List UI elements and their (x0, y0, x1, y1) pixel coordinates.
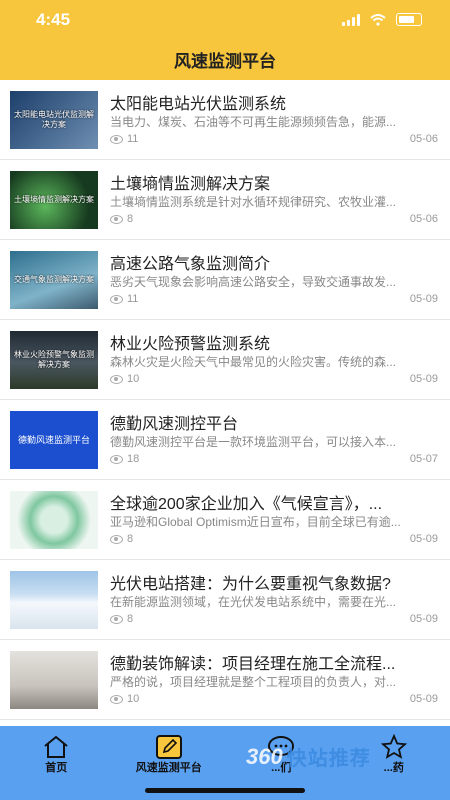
article-date: 05-09 (409, 613, 438, 625)
article-summary: 亚马逊和Global Optimism近日宣布，目前全球已有逾... (110, 515, 401, 529)
page-title: 风速监测平台 (174, 51, 276, 71)
tab-label: 风速监测平台 (135, 762, 202, 774)
list-item[interactable]: 林业火险预警气象监测解决方案 林业火险预警监测系统 森林火灾是火险天气中最常见的… (0, 320, 450, 400)
article-date: 05-09 (409, 693, 438, 705)
list-item[interactable]: 土壤墒情监测解决方案 土壤墒情监测解决方案 土壤墒情监测系统是针对水循环规律研究… (0, 160, 450, 240)
eye-icon (110, 294, 123, 304)
status-icons (342, 13, 422, 26)
status-bar: 4:45 (0, 0, 450, 38)
list-item[interactable]: 交通气象监测解决方案 高速公路气象监测简介 恶劣天气现象会影响高速公路安全，导致… (0, 240, 450, 320)
article-title: 德勤装饰解读：项目经理在施工全流程... (110, 656, 396, 673)
list-item[interactable]: 德勤风速监测平台 德勤风速测控平台 德勤风速测控平台是一款环境监测平台，可以接入… (0, 400, 450, 480)
article-date: 05-09 (409, 293, 438, 305)
article-list: 太阳能电站光伏监测解决方案 太阳能电站光伏监测系统 当电力、煤炭、石油等不可再生… (0, 80, 450, 726)
article-date: 05-06 (409, 133, 438, 145)
star-icon (380, 734, 407, 759)
eye-icon (110, 214, 123, 224)
wifi-icon (370, 13, 386, 26)
view-count: 11 (110, 293, 138, 305)
eye-icon (110, 534, 123, 544)
battery-icon (396, 13, 422, 26)
watermark-text: 快站推荐 (286, 748, 371, 770)
home-indicator (145, 788, 305, 793)
watermark-logo: 360 (246, 743, 283, 769)
list-item[interactable]: 德勤装饰解读：项目经理在施工全流程... 严格的说，项目经理就是整个工程项目的负… (0, 640, 450, 720)
article-summary: 严格的说，项目经理就是整个工程项目的负责人，对... (110, 675, 397, 689)
list-item[interactable]: 太阳能电站光伏监测解决方案 太阳能电站光伏监测系统 当电力、煤炭、石油等不可再生… (0, 80, 450, 160)
list-item[interactable]: 全球逾200家企业加入《气候宣言》，... 亚马逊和Global Optimis… (0, 480, 450, 560)
watermark: 360 快站推荐 (246, 742, 371, 771)
article-summary: 土壤墒情监测系统是针对水循环规律研究、农牧业灌... (110, 195, 397, 209)
view-count: 18 (110, 453, 139, 465)
article-title: 太阳能电站光伏监测系统 (110, 96, 287, 113)
article-title: 土壤墒情监测解决方案 (110, 176, 271, 193)
view-count: 8 (110, 613, 133, 625)
article-title: 光伏电站搭建：为什么要重视气象数据? (110, 576, 391, 593)
eye-icon (110, 134, 123, 144)
article-summary: 森林火灾是火险天气中最常见的火险灾害。传统的森... (110, 355, 397, 369)
status-time: 4:45 (36, 10, 71, 29)
article-thumbnail: 交通气象监测解决方案 (10, 251, 98, 309)
tab-home[interactable]: 首页 (0, 726, 113, 800)
article-date: 05-07 (409, 453, 438, 465)
article-title: 全球逾200家企业加入《气候宣言》，... (110, 496, 383, 513)
view-count: 8 (110, 533, 133, 545)
eye-icon (110, 454, 123, 464)
article-thumbnail: 土壤墒情监测解决方案 (10, 171, 98, 229)
eye-icon (110, 374, 123, 384)
article-title: 林业火险预警监测系统 (110, 336, 271, 353)
view-count: 10 (110, 373, 139, 385)
article-thumbnail: 德勤风速监测平台 (10, 411, 98, 469)
eye-icon (110, 694, 123, 704)
article-summary: 当电力、煤炭、石油等不可再生能源频频告急，能源... (110, 115, 397, 129)
article-summary: 德勤风速测控平台是一款环境监测平台，可以接入本... (110, 435, 397, 449)
home-icon (44, 735, 68, 758)
article-title: 德勤风速测控平台 (110, 416, 239, 433)
eye-icon (110, 614, 123, 624)
article-date: 05-09 (409, 533, 438, 545)
article-title: 高速公路气象监测简介 (110, 256, 271, 273)
view-count: 8 (110, 213, 133, 225)
article-thumbnail: 林业火险预警气象监测解决方案 (10, 331, 98, 389)
view-count: 10 (110, 693, 139, 705)
article-thumbnail (10, 571, 98, 629)
list-item[interactable]: 光伏电站搭建：为什么要重视气象数据? 在新能源监测领域，在光伏发电站系统中，需要… (0, 560, 450, 640)
article-thumbnail (10, 491, 98, 549)
signal-icon (342, 13, 360, 26)
article-summary: 在新能源监测领域，在光伏发电站系统中，需要在光... (110, 595, 397, 609)
article-thumbnail (10, 651, 98, 709)
edit-icon (155, 735, 182, 759)
tab-label: 首页 (45, 762, 68, 774)
view-count: 11 (110, 133, 138, 145)
app-header: 风速监测平台 (0, 38, 450, 80)
article-thumbnail: 太阳能电站光伏监测解决方案 (10, 91, 98, 149)
article-summary: 恶劣天气现象会影响高速公路安全，导致交通事故发... (110, 275, 397, 289)
article-date: 05-06 (409, 213, 438, 225)
article-date: 05-09 (409, 373, 438, 385)
